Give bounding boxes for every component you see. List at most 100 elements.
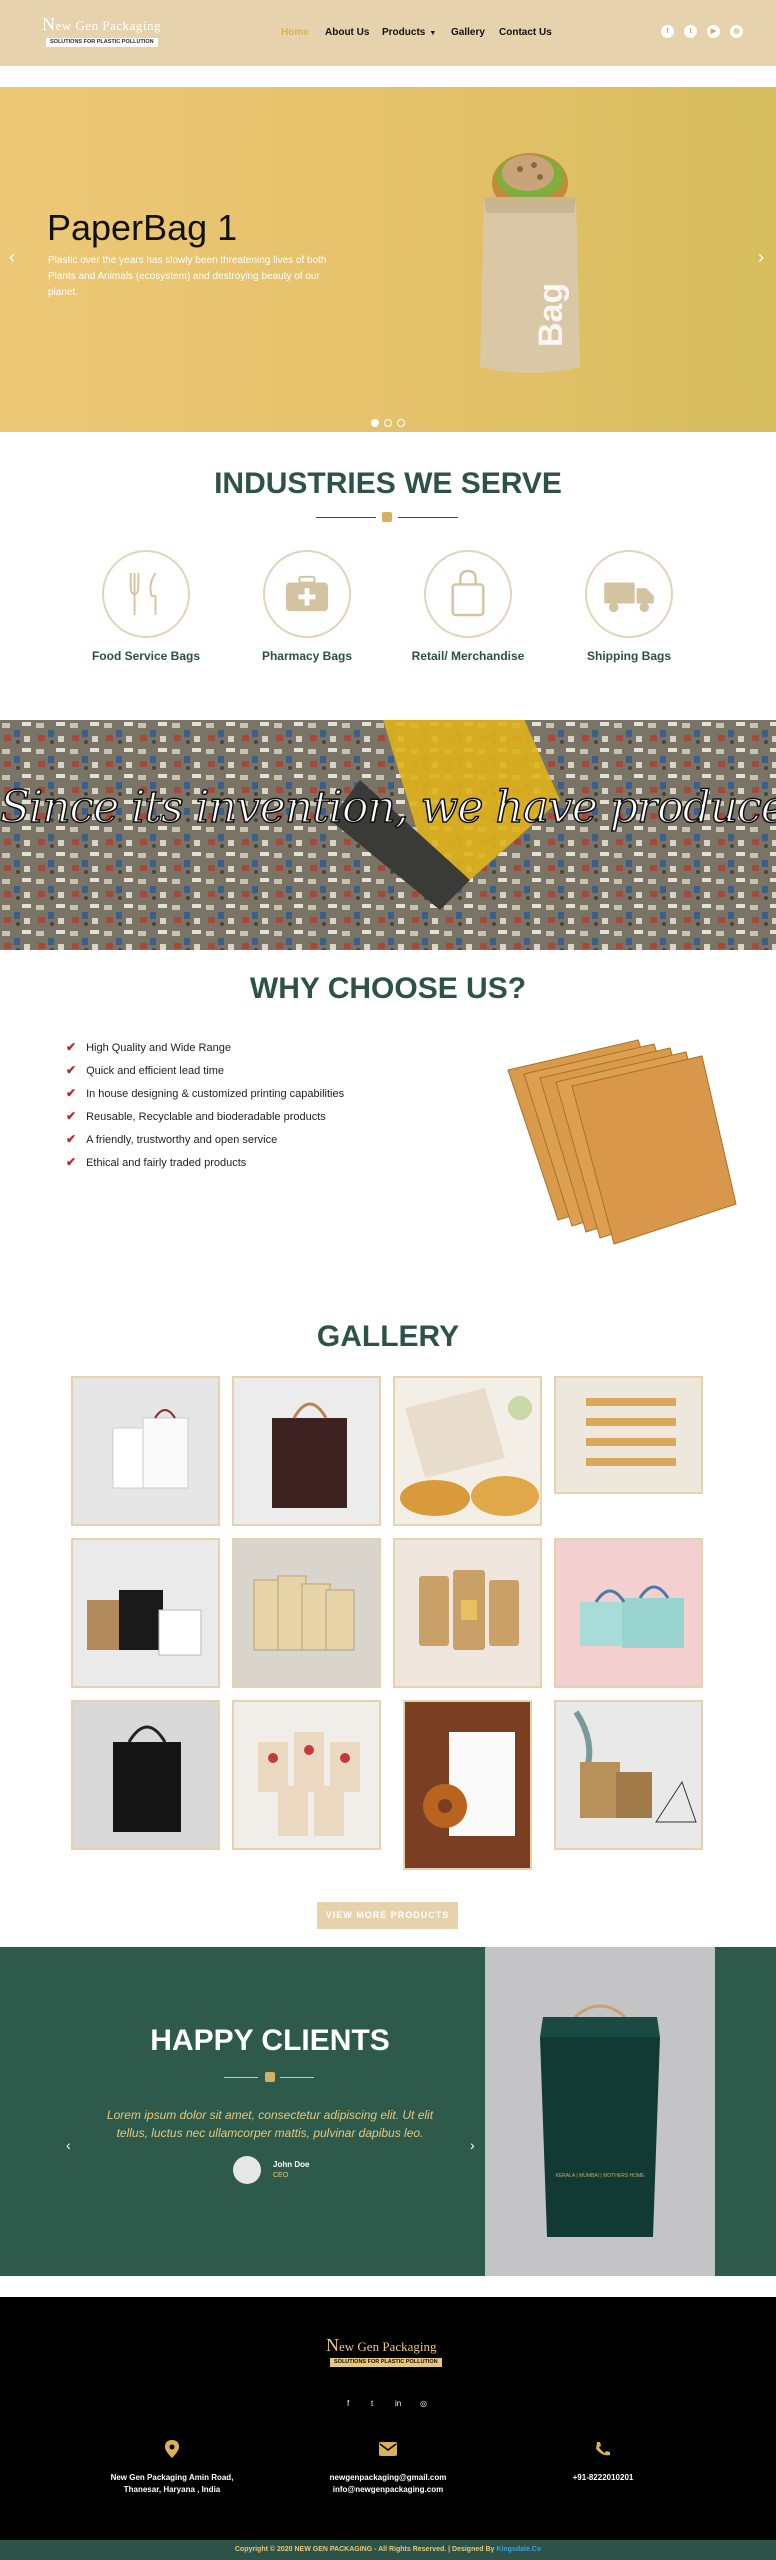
feature-item-4: ✔ Reusable, Recyclable and bioderadable p… [66, 1109, 326, 1123]
slider-prev-arrow[interactable]: ‹ [9, 247, 15, 268]
feature-item-6: ✔ Ethical and fairly traded products [66, 1155, 247, 1169]
slider-dot-1[interactable] [371, 419, 379, 427]
gallery-photo [573, 1710, 697, 1823]
industry-food-circle[interactable] [102, 550, 190, 638]
gallery-image-kraft-bags[interactable] [232, 1538, 381, 1688]
nav-gallery[interactable]: Gallery [451, 27, 485, 38]
copyright-bar: Copyright © 2020 NEW GEN PACKAGING - All… [0, 2540, 776, 2560]
hero-title: PaperBag 1 [47, 207, 238, 248]
check-icon: ✔ [66, 1132, 77, 1146]
designer-credit-link[interactable]: Kingsdale.Co [496, 2546, 541, 2553]
feature-item-1: ✔ High Quality and Wide Range [66, 1040, 231, 1054]
view-more-products-button[interactable]: VIEW MORE PRODUCTS [317, 1902, 458, 1929]
bag-divider-icon [265, 2072, 275, 2082]
facebook-icon[interactable]: f [661, 25, 674, 38]
gallery-photo [586, 1398, 676, 1466]
chevron-down-icon: ▼ [429, 30, 437, 37]
nav-products-label: Products [382, 27, 426, 38]
gallery-photo [423, 1732, 515, 1836]
client-name: John Doe [273, 2160, 310, 2169]
instagram-icon[interactable]: ◎ [730, 25, 743, 38]
gallery-photo [113, 1725, 181, 1832]
first-aid-kit-icon [286, 575, 328, 612]
check-icon: ✔ [66, 1155, 77, 1169]
feature-item-2: ✔ Quick and efficient lead time [66, 1063, 225, 1077]
site-header: New Gen Packaging SOLUTIONS FOR PLASTIC … [0, 0, 776, 66]
gallery-photo [580, 1585, 684, 1648]
nav-home[interactable]: Home [281, 27, 309, 38]
feature-item-3: ✔ In house designing & customized printin… [66, 1086, 345, 1100]
footer-email[interactable]: newgenpackaging@gmail.com info@newgenpack… [308, 2472, 468, 2496]
linkedin-icon[interactable]: in [395, 2399, 401, 2408]
hero-text: Plastic over the years has slowly been t… [48, 255, 327, 298]
check-icon: ✔ [66, 1063, 77, 1077]
hero-paper-bag-image: Bag [480, 153, 580, 373]
gallery-title: GALLERY [316, 1320, 460, 1353]
testimonial-next-arrow[interactable]: › [470, 2137, 475, 2153]
truck-icon [604, 582, 654, 613]
instagram-icon[interactable]: ◎ [420, 2399, 427, 2408]
gallery-image-brown-bag[interactable] [232, 1376, 381, 1526]
slider-dot-2[interactable] [384, 419, 392, 427]
gallery-image-white-bags[interactable] [71, 1376, 220, 1526]
check-icon: ✔ [66, 1086, 77, 1100]
dark-bag-image: KERALA | MUMBAI | MOTHERS HOME [540, 2004, 660, 2237]
gallery-photo [258, 1732, 360, 1836]
gallery-image-black-tote[interactable] [71, 1700, 220, 1850]
slider-next-arrow[interactable]: › [758, 247, 764, 268]
site-logo[interactable]: New Gen Packaging SOLUTIONS FOR PLASTIC … [42, 14, 162, 50]
slider-dot-3[interactable] [397, 419, 405, 427]
gallery-image-teal-bags[interactable] [554, 1538, 703, 1688]
title-divider-left [316, 517, 376, 518]
gallery-image-black-bags[interactable] [71, 1538, 220, 1688]
testimonial-quote: Lorem ipsum dolor sit amet, consectetur … [106, 2108, 434, 2140]
feature-item-5: ✔ A friendly, trustworthy and open servic… [66, 1132, 278, 1146]
envelope-icon [378, 2442, 398, 2461]
bag-divider-icon [382, 512, 392, 522]
gallery-image-striped-bags[interactable] [554, 1376, 703, 1494]
industry-retail-circle[interactable] [424, 550, 512, 638]
check-icon: ✔ [66, 1109, 77, 1123]
gallery-photo [112, 1409, 189, 1489]
gallery-image-food-wraps[interactable] [393, 1376, 542, 1526]
location-pin-icon [162, 2440, 182, 2463]
title-divider-right [280, 2077, 314, 2078]
gallery-image-pouches[interactable] [393, 1538, 542, 1688]
industry-label-pharmacy: Pharmacy Bags [261, 649, 353, 663]
footer-phone[interactable]: +91-8222010201 [523, 2472, 683, 2484]
gallery-photo [253, 1575, 355, 1651]
facebook-icon[interactable]: f [347, 2399, 349, 2408]
youtube-icon[interactable]: ▶ [707, 25, 720, 38]
testimonial-prev-arrow[interactable]: ‹ [66, 2137, 71, 2153]
bag-print-text: Bag [532, 283, 570, 347]
title-divider-left [224, 2077, 258, 2078]
twitter-icon[interactable]: t [371, 2399, 373, 2408]
nav-about-us[interactable]: About Us [325, 27, 369, 38]
cutlery-icon [129, 572, 157, 615]
kraft-envelopes-image [507, 1039, 737, 1245]
gallery-photo [419, 1570, 519, 1650]
gallery-image-donut-bag[interactable] [403, 1700, 532, 1870]
landfill-background-image [0, 720, 776, 950]
gallery-image-gift-bags[interactable] [554, 1700, 703, 1850]
industry-label-food: Food Service Bags [91, 649, 201, 663]
client-bag-photo: KERALA | MUMBAI | MOTHERS HOME [485, 1947, 715, 2276]
nav-contact-us[interactable]: Contact Us [499, 27, 552, 38]
industries-title: INDUSTRIES WE SERVE [214, 467, 562, 500]
logo-tagline: SOLUTIONS FOR PLASTIC POLLUTION [46, 38, 158, 47]
industry-pharmacy-circle[interactable] [263, 550, 351, 638]
hero-slider: PaperBag 1 Plastic over the years has sl… [0, 87, 776, 432]
footer-address: New Gen Packaging Amin Road, Thanesar, Ha… [110, 2473, 234, 2494]
footer-logo[interactable]: New Gen Packaging SOLUTIONS FOR PLASTIC … [326, 2335, 456, 2369]
title-divider-right [398, 517, 458, 518]
industry-label-shipping: Shipping Bags [587, 649, 671, 663]
industry-shipping-circle[interactable] [585, 550, 673, 638]
nav-products[interactable]: Products ▼ [382, 27, 436, 38]
clients-title: HAPPY CLIENTS [150, 2024, 390, 2057]
twitter-icon[interactable]: t [684, 25, 697, 38]
gallery-image-printed-bags[interactable] [232, 1700, 381, 1850]
industry-label-retail: Retail/ Merchandise [411, 649, 525, 663]
gallery-photo [272, 1402, 347, 1508]
avatar [233, 2156, 261, 2184]
footer-logo-name: New Gen Packaging [326, 2335, 437, 2355]
